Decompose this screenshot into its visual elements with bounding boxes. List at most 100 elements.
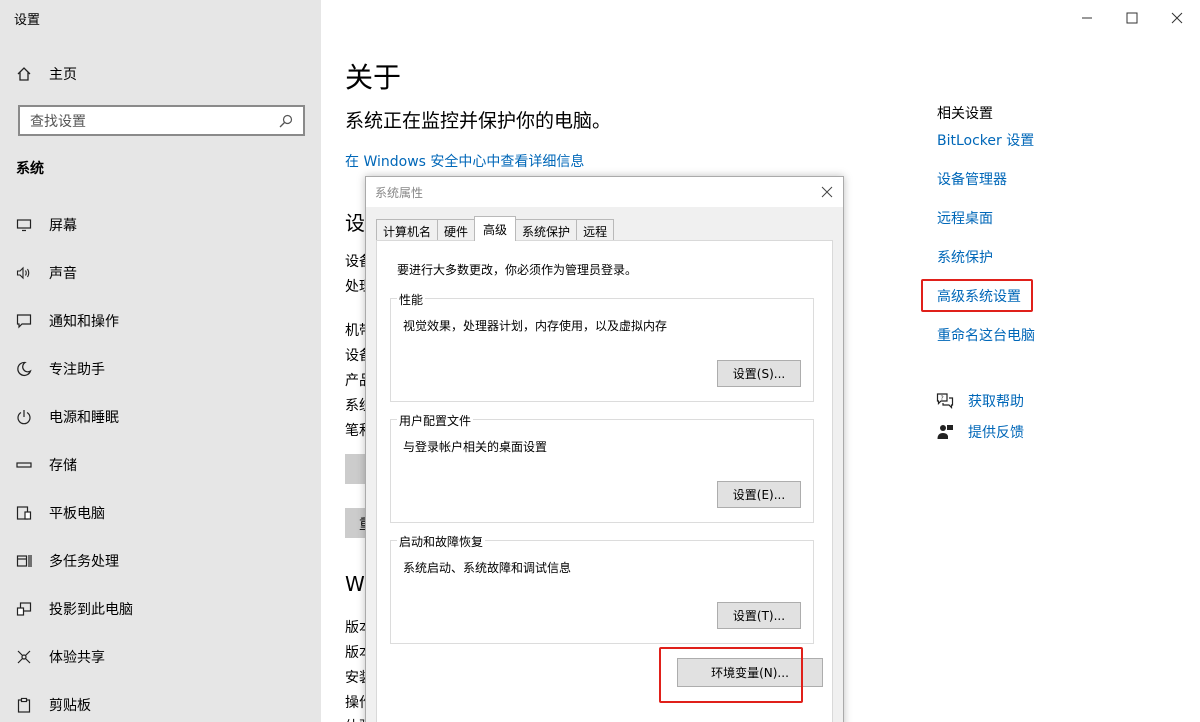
protection-status: 系统正在监控并保护你的电脑。 [345, 110, 612, 132]
sidebar-item-tablet[interactable]: 平板电脑 [0, 489, 321, 537]
startup-recovery-settings-button[interactable]: 设置(T)... [717, 602, 801, 629]
search-icon [279, 114, 293, 127]
storage-icon [16, 462, 32, 468]
sidebar-item-storage[interactable]: 存储 [0, 441, 321, 489]
highlight-box [659, 647, 803, 703]
maximize-button[interactable] [1120, 6, 1144, 30]
sidebar-item-shared-experiences[interactable]: 体验共享 [0, 633, 321, 681]
dialog-tabs: 计算机名 硬件 高级 系统保护 远程 [376, 216, 615, 241]
related-settings-title: 相关设置 [937, 106, 993, 122]
moon-icon [17, 361, 32, 377]
user-profiles-group: 用户配置文件 与登录帐户相关的桌面设置 设置(E)... [390, 412, 814, 523]
group-legend: 性能 [397, 291, 426, 308]
rename-pc-link[interactable]: 重命名这台电脑 [937, 325, 1035, 345]
sidebar-item-label: 多任务处理 [49, 554, 119, 570]
dialog-title: 系统属性 [375, 186, 424, 200]
sidebar-item-clipboard[interactable]: 剪贴板 [0, 681, 321, 722]
monitor-icon [16, 219, 32, 232]
sidebar-item-label: 通知和操作 [49, 314, 119, 330]
copy-button[interactable] [345, 454, 366, 484]
window-title: 设置 [14, 13, 41, 28]
bitlocker-link[interactable]: BitLocker 设置 [937, 130, 1034, 150]
spec-label: 版本 [345, 620, 366, 636]
feedback-label: 提供反馈 [968, 425, 1024, 441]
sidebar-item-label: 投影到此电脑 [49, 602, 133, 618]
spec-label: 系统 [345, 398, 366, 414]
group-description: 与登录帐户相关的桌面设置 [403, 440, 548, 454]
sidebar-item-focus-assist[interactable]: 专注助手 [0, 345, 321, 393]
sidebar-item-project[interactable]: 投影到此电脑 [0, 585, 321, 633]
tab-computer-name[interactable]: 计算机名 [376, 219, 439, 241]
tab-advanced[interactable]: 高级 [474, 216, 517, 241]
tab-hardware[interactable]: 硬件 [437, 219, 476, 241]
spec-label: 版本 [345, 645, 366, 661]
sidebar-nav: 屏幕 声音 通知和操作 专注助手 电源和睡眠 存储 平板电脑 多任务处理 投影到… [0, 201, 321, 722]
sidebar-item-home[interactable]: 主页 [16, 62, 77, 86]
group-legend: 用户配置文件 [397, 412, 474, 429]
sidebar-item-label: 专注助手 [49, 362, 105, 378]
dialog-titlebar[interactable]: 系统属性 [366, 177, 843, 207]
rename-pc-button[interactable]: 重 [345, 508, 366, 538]
sidebar-item-label: 存储 [49, 458, 77, 474]
close-button[interactable] [1165, 6, 1189, 30]
notification-icon [16, 314, 32, 329]
sidebar-item-label: 电源和睡眠 [49, 410, 119, 426]
minimize-button[interactable] [1075, 6, 1099, 30]
sidebar-item-screen[interactable]: 屏幕 [0, 201, 321, 249]
remote-desktop-link[interactable]: 远程桌面 [937, 208, 993, 228]
minimize-icon [1082, 17, 1092, 19]
spec-label: 设备 [345, 254, 366, 270]
feedback-link[interactable]: 提供反馈 [936, 422, 1024, 442]
clipboard-icon [17, 697, 31, 713]
spec-label: 设备 [345, 348, 366, 364]
sidebar-item-label: 主页 [49, 67, 77, 83]
get-help-link[interactable]: ? 获取帮助 [936, 391, 1024, 411]
project-icon [16, 602, 32, 616]
feedback-icon [937, 425, 953, 439]
spec-label: 安装 [345, 670, 366, 686]
group-legend: 启动和故障恢复 [397, 533, 486, 550]
tab-system-protection[interactable]: 系统保护 [515, 219, 578, 241]
spec-label: 笔和 [345, 423, 366, 439]
highlight-box [921, 279, 1033, 312]
system-properties-dialog: 系统属性 计算机名 硬件 高级 系统保护 远程 要进行大多数更改，你必须作为管理… [365, 176, 844, 722]
sidebar-item-sound[interactable]: 声音 [0, 249, 321, 297]
sidebar-item-label: 声音 [49, 266, 77, 282]
group-description: 视觉效果，处理器计划，内存使用，以及虚拟内存 [403, 319, 668, 333]
page-title: 关于 [345, 61, 402, 94]
home-icon [17, 67, 31, 81]
power-icon [17, 410, 31, 425]
sidebar-item-multitasking[interactable]: 多任务处理 [0, 537, 321, 585]
device-manager-link[interactable]: 设备管理器 [937, 169, 1007, 189]
sidebar-item-notifications[interactable]: 通知和操作 [0, 297, 321, 345]
speaker-icon [16, 266, 30, 280]
close-icon [1171, 12, 1183, 24]
performance-group: 性能 视觉效果，处理器计划，内存使用，以及虚拟内存 设置(S)... [390, 291, 814, 402]
help-chat-icon: ? [936, 393, 954, 409]
user-profiles-settings-button[interactable]: 设置(E)... [717, 481, 801, 508]
admin-notice: 要进行大多数更改，你必须作为管理员登录。 [397, 263, 638, 277]
get-help-label: 获取帮助 [968, 394, 1024, 410]
sidebar: 设置 主页 查找设置 系统 屏幕 声音 通知和操作 专注助手 电源和睡眠 存储 … [0, 0, 321, 722]
share-icon [17, 650, 31, 664]
multitask-icon [16, 555, 32, 567]
tablet-icon [16, 506, 32, 520]
system-protection-link[interactable]: 系统保护 [937, 247, 993, 267]
performance-settings-button[interactable]: 设置(S)... [717, 360, 801, 387]
search-input[interactable]: 查找设置 [18, 105, 305, 136]
startup-recovery-group: 启动和故障恢复 系统启动、系统故障和调试信息 设置(T)... [390, 533, 814, 644]
windows-specs-heading: Wi [345, 572, 366, 596]
dialog-close-icon[interactable] [820, 185, 834, 199]
search-placeholder: 查找设置 [30, 113, 86, 130]
sidebar-item-label: 体验共享 [49, 650, 105, 666]
spec-label: 操作 [345, 695, 366, 711]
spec-label: 产品 [345, 373, 366, 389]
spec-label: 处理 [345, 279, 366, 295]
sidebar-item-label: 平板电脑 [49, 506, 105, 522]
maximize-icon [1126, 12, 1138, 24]
sidebar-item-power[interactable]: 电源和睡眠 [0, 393, 321, 441]
device-specs-heading: 设 [345, 211, 365, 235]
security-center-link[interactable]: 在 Windows 安全中心中查看详细信息 [345, 151, 584, 171]
tab-remote[interactable]: 远程 [576, 219, 615, 241]
spec-label: 机带 [345, 323, 366, 339]
